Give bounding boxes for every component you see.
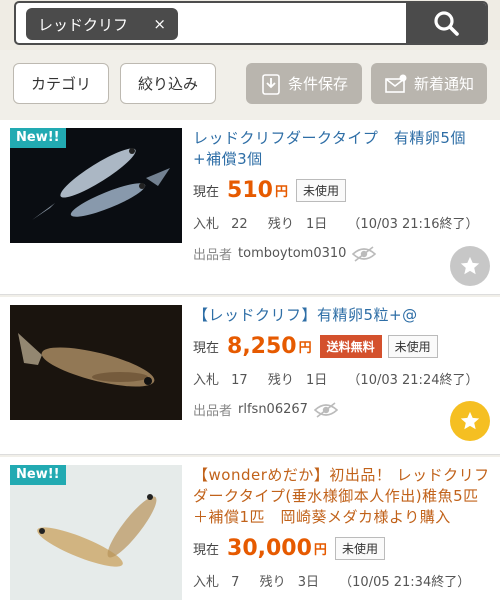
currency-unit: 円 — [274, 185, 288, 200]
bid-count: 22 — [231, 217, 248, 232]
condition-tag: 未使用 — [387, 335, 438, 358]
filter-button-label: 絞り込み — [137, 75, 198, 93]
price-row: 現在 510 円 未使用 — [193, 178, 490, 203]
seller-name[interactable]: rlfsn06267 — [238, 402, 308, 417]
bid-count: 7 — [231, 575, 240, 590]
category-button[interactable]: カテゴリ — [13, 63, 109, 104]
listing-item[interactable]: New!! レッドクリフダークタイプ 有精卵5個+補償3個 現在 510 円 未… — [0, 120, 500, 295]
currency-unit: 円 — [313, 543, 327, 558]
mail-alert-icon — [384, 73, 408, 95]
search-icon — [434, 11, 459, 36]
price-label: 現在 — [193, 185, 220, 200]
time-remaining: 1日 — [306, 217, 328, 232]
seller-label: 出品者 — [193, 404, 233, 419]
watch-star-button[interactable] — [450, 246, 490, 286]
remaining-label: 残り — [259, 575, 286, 590]
eye-icon[interactable] — [313, 401, 338, 418]
save-condition-button[interactable]: 条件保存 — [246, 63, 362, 104]
star-icon — [460, 256, 480, 275]
currency-unit: 円 — [298, 341, 312, 356]
save-download-icon — [260, 72, 282, 96]
end-time: （10/03 21:24終了） — [347, 373, 479, 388]
bid-meta: 入札 22 残り 1日 （10/03 21:16終了） — [193, 213, 490, 232]
bids-label: 入札 — [193, 217, 220, 232]
price-label: 現在 — [193, 543, 220, 558]
bid-count: 17 — [231, 373, 248, 388]
remaining-label: 残り — [267, 373, 294, 388]
time-remaining: 1日 — [306, 373, 328, 388]
item-info: レッドクリフダークタイプ 有精卵5個+補償3個 現在 510 円 未使用 入札 … — [193, 128, 490, 263]
bids-label: 入札 — [193, 373, 220, 388]
end-time: （10/05 21:34終了） — [339, 575, 471, 590]
price-row: 現在 8,250 円 送料無料 未使用 — [193, 334, 490, 359]
new-badge: New!! — [10, 128, 66, 148]
listing-item[interactable]: 【レッドクリフ】有精卵5粒+@ 現在 8,250 円 送料無料 未使用 入札 1… — [0, 297, 500, 455]
seller-label: 出品者 — [193, 248, 233, 263]
item-thumbnail[interactable] — [10, 465, 182, 600]
bid-meta: 入札 7 残り 3日 （10/05 21:34終了） — [193, 571, 490, 590]
new-badge: New!! — [10, 465, 66, 485]
item-title[interactable]: 【レッドクリフ】有精卵5粒+@ — [193, 305, 490, 326]
search-keyword-chip[interactable]: レッドクリフ × — [26, 8, 178, 40]
item-thumbnail[interactable] — [10, 305, 182, 420]
current-price: 8,250 — [227, 334, 297, 359]
time-remaining: 3日 — [297, 575, 320, 590]
listing-item[interactable]: New!! 【wonderめだか】初出品！ レッドクリフダークタイプ(垂水様御本… — [0, 457, 500, 605]
item-title[interactable]: 【wonderめだか】初出品！ レッドクリフダークタイプ(垂水様御本人作出)稚魚… — [193, 465, 490, 528]
condition-tag: 未使用 — [295, 179, 346, 202]
new-alert-label: 新着通知 — [413, 75, 474, 93]
current-price: 510 — [227, 178, 273, 203]
item-title[interactable]: レッドクリフダークタイプ 有精卵5個+補償3個 — [193, 128, 490, 170]
item-info: 【wonderめだか】初出品！ レッドクリフダークタイプ(垂水様御本人作出)稚魚… — [193, 465, 490, 590]
remaining-label: 残り — [267, 217, 294, 232]
seller-row: 出品者 tomboytom0310 — [193, 244, 490, 263]
search-bar: レッドクリフ × — [0, 0, 500, 50]
star-icon — [460, 411, 480, 430]
bid-meta: 入札 17 残り 1日 （10/03 21:24終了） — [193, 369, 490, 388]
price-row: 現在 30,000 円 未使用 — [193, 536, 490, 561]
watch-star-button[interactable] — [450, 401, 490, 441]
bids-label: 入札 — [193, 575, 220, 590]
filter-button[interactable]: 絞り込み — [120, 63, 216, 104]
search-button[interactable] — [406, 3, 486, 43]
free-shipping-tag: 送料無料 — [319, 335, 382, 358]
clear-keyword-icon[interactable]: × — [153, 15, 166, 33]
new-alert-button[interactable]: 新着通知 — [371, 63, 487, 104]
end-time: （10/03 21:16終了） — [347, 217, 479, 232]
price-label: 現在 — [193, 341, 220, 356]
category-button-label: カテゴリ — [30, 75, 91, 93]
current-price: 30,000 — [227, 536, 312, 561]
search-input[interactable]: レッドクリフ × — [14, 1, 488, 45]
save-condition-label: 条件保存 — [287, 75, 348, 93]
search-keyword: レッドクリフ — [38, 15, 129, 34]
seller-name[interactable]: tomboytom0310 — [238, 246, 346, 261]
seller-row: 出品者 rlfsn06267 — [193, 400, 490, 419]
item-info: 【レッドクリフ】有精卵5粒+@ 現在 8,250 円 送料無料 未使用 入札 1… — [193, 305, 490, 419]
eye-icon[interactable] — [352, 245, 377, 262]
condition-tag: 未使用 — [334, 537, 385, 560]
